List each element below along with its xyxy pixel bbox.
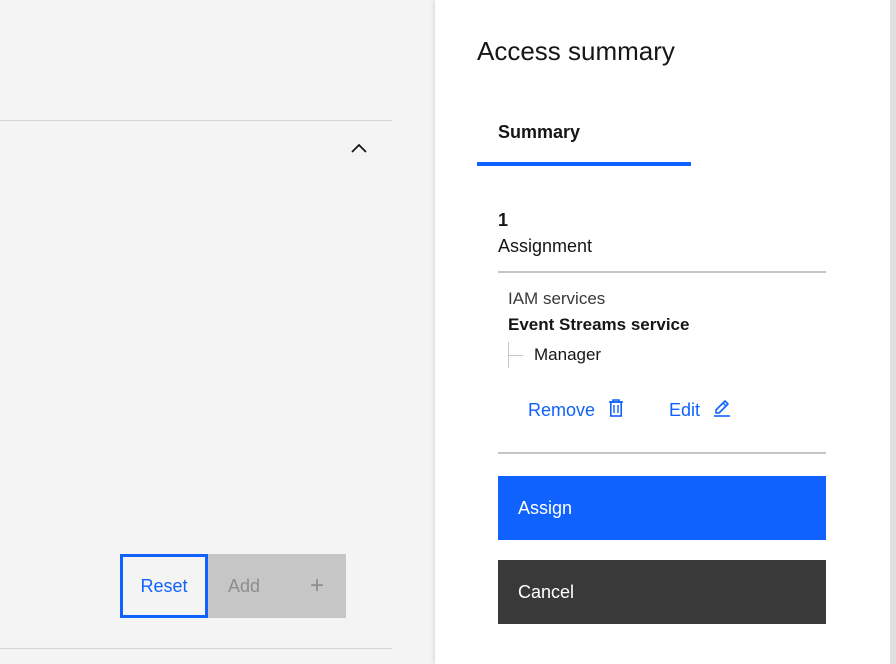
assignment-count-label: Assignment: [498, 236, 593, 256]
panel-title: Access summary: [477, 36, 675, 66]
assign-button-label: Assign: [518, 497, 573, 518]
section-divider: [0, 120, 392, 121]
assign-button[interactable]: Assign: [498, 476, 826, 540]
reset-button-label: Reset: [140, 575, 188, 596]
service-name: Event Streams service: [508, 315, 690, 334]
pencil-icon: [712, 398, 732, 423]
access-form-area: Reset Add +: [0, 0, 435, 664]
tab-summary-label: Summary: [498, 122, 581, 142]
service-category: IAM services: [508, 289, 606, 308]
tab-summary[interactable]: Summary: [477, 108, 691, 166]
trash-can-icon: [607, 398, 625, 423]
summary-divider: [498, 271, 826, 273]
access-summary-panel: Access summary Summary 1 Assignment IAM …: [435, 0, 890, 664]
remove-label: Remove: [528, 400, 596, 420]
scrollbar-track[interactable]: [890, 0, 896, 664]
chevron-up-icon[interactable]: [348, 138, 370, 160]
section-divider: [0, 648, 392, 649]
edit-label: Edit: [669, 400, 701, 420]
reset-button[interactable]: Reset: [120, 554, 208, 618]
cancel-button[interactable]: Cancel: [498, 560, 826, 624]
remove-assignment-link[interactable]: Remove: [528, 398, 625, 423]
role-name: Manager: [534, 345, 602, 364]
cancel-button-label: Cancel: [518, 581, 575, 602]
add-button[interactable]: Add +: [208, 554, 346, 618]
summary-divider: [498, 452, 826, 454]
tree-connector: [509, 355, 523, 356]
assignment-count: 1: [498, 210, 509, 230]
plus-icon: +: [309, 572, 324, 599]
edit-assignment-link[interactable]: Edit: [669, 398, 732, 423]
add-button-label: Add: [228, 575, 261, 596]
